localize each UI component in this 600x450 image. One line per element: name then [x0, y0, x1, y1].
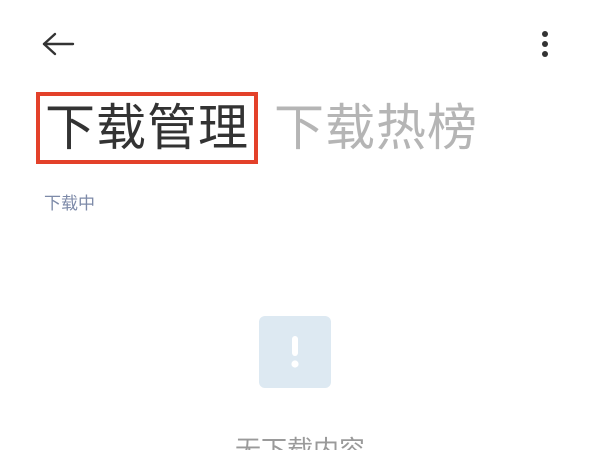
tab-bar: 下载管理 下载热榜: [0, 0, 600, 200]
empty-state-text: 无下载内容: [220, 438, 380, 450]
exclamation-icon: [291, 336, 299, 368]
section-label-downloading: 下载中: [44, 194, 95, 214]
empty-state-icon-box: [259, 316, 331, 388]
tab-download-ranking[interactable]: 下载热榜: [274, 92, 484, 164]
tab-label: 下载管理: [45, 99, 249, 157]
tab-download-management[interactable]: 下载管理: [36, 92, 258, 164]
tab-label: 下载热榜: [274, 99, 478, 157]
